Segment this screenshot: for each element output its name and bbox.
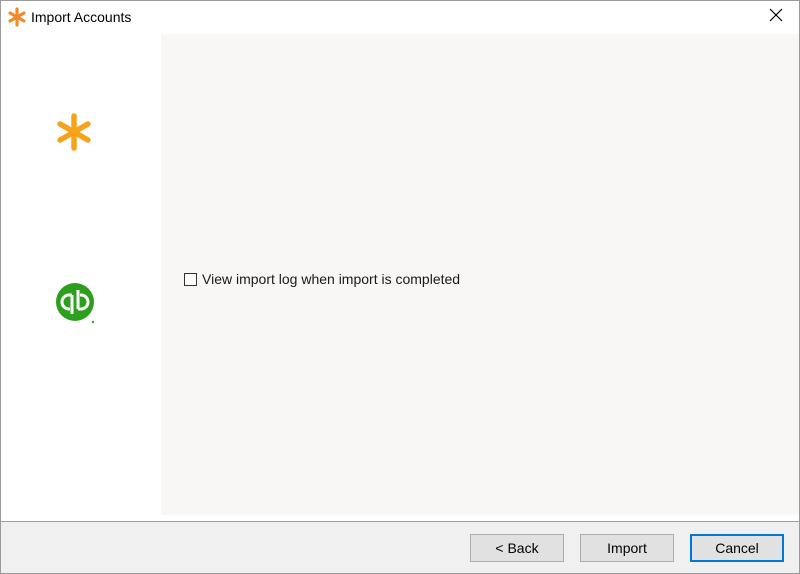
brand-asterisk-logo bbox=[53, 111, 95, 153]
window-title: Import Accounts bbox=[31, 9, 132, 25]
cancel-button[interactable]: Cancel bbox=[690, 534, 784, 562]
view-log-checkbox-row[interactable]: View import log when import is completed bbox=[184, 271, 460, 287]
quickbooks-logo bbox=[55, 282, 99, 326]
logo-sidebar bbox=[1, 34, 161, 515]
back-button[interactable]: < Back bbox=[470, 534, 564, 562]
import-button[interactable]: Import bbox=[580, 534, 674, 562]
close-button[interactable] bbox=[753, 1, 799, 34]
title-bar: Import Accounts bbox=[1, 1, 799, 34]
view-log-checkbox-label[interactable]: View import log when import is completed bbox=[202, 271, 460, 287]
main-content: View import log when import is completed bbox=[161, 34, 799, 515]
view-log-checkbox[interactable] bbox=[184, 272, 197, 286]
button-bar: < Back Import Cancel bbox=[1, 522, 799, 573]
asterisk-icon bbox=[7, 7, 27, 27]
import-accounts-dialog: Import Accounts View import log when imp… bbox=[0, 0, 800, 574]
close-icon bbox=[769, 8, 783, 27]
